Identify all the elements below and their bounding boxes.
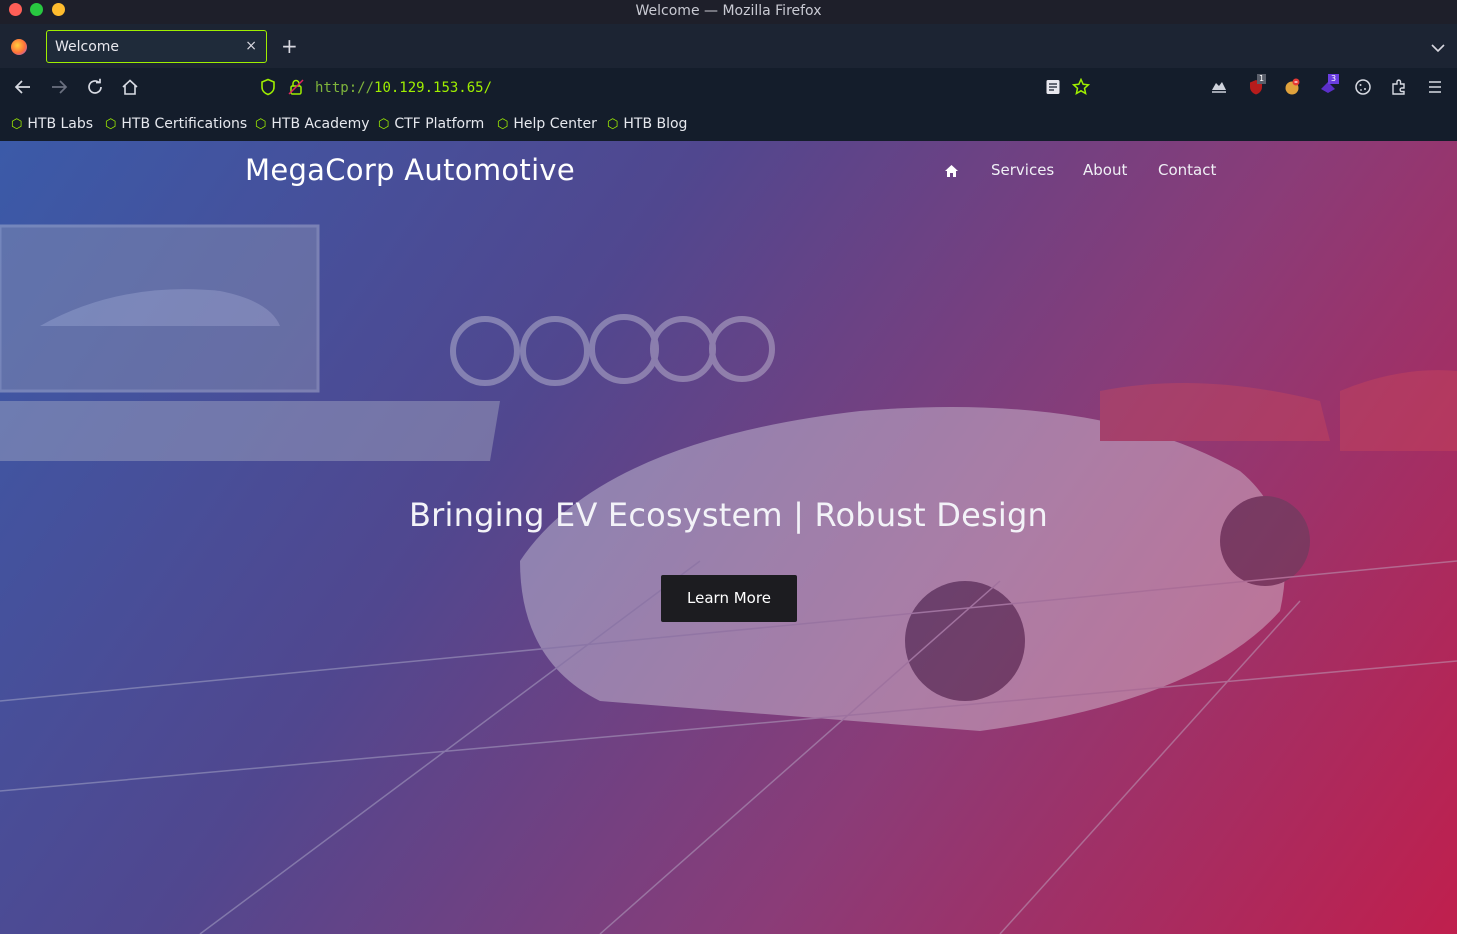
close-tab-icon[interactable]: × [245, 38, 257, 54]
bookmark-label: HTB Labs [27, 116, 94, 132]
bookmark-label: Help Center [513, 116, 597, 132]
ublock-badge: 1 [1257, 74, 1267, 84]
nav-link-contact[interactable]: Contact [1158, 161, 1216, 179]
tab-bar: Welcome × + [0, 24, 1457, 68]
bookmark-help-center[interactable]: ⬡ Help Center [497, 116, 597, 132]
navigation-toolbar: http://10.129.153.65/ 1 3 [0, 68, 1457, 110]
site-brand-logo[interactable]: MegaCorp Automotive [245, 153, 575, 187]
reader-view-icon[interactable] [1045, 78, 1061, 102]
bookmark-label: HTB Academy [271, 116, 370, 132]
foxyproxy-extension-icon[interactable] [1210, 78, 1228, 102]
window-titlebar: Welcome — Mozilla Firefox [0, 0, 1457, 24]
forward-icon[interactable] [50, 78, 68, 102]
bookmark-cube-icon: ⬡ [105, 117, 117, 132]
tracking-protection-shield-icon[interactable] [260, 78, 276, 102]
hacktools-badge: 3 [1328, 74, 1340, 84]
hero-heading: Bringing EV Ecosystem | Robust Design [409, 496, 1048, 534]
bookmarks-toolbar: ⬡ HTB Labs ⬡ HTB Certifications ⬡ HTB Acade… [0, 110, 1457, 141]
site-home-icon[interactable] [944, 163, 959, 182]
new-tab-button[interactable]: + [281, 34, 298, 58]
bookmark-cube-icon: ⬡ [607, 117, 619, 132]
insecure-lock-icon[interactable] [288, 78, 304, 102]
hacktools-extension-icon[interactable]: 3 [1319, 74, 1340, 102]
bookmark-cube-icon: ⬡ [378, 117, 390, 132]
cookie-editor-extension-icon[interactable] [1283, 78, 1301, 102]
learn-more-button[interactable]: Learn More [661, 575, 797, 622]
url-host: 10.129.153.65/ [374, 80, 493, 96]
showroom-background-image [0, 224, 1457, 934]
hero-section: MegaCorp Automotive Services About Conta… [0, 141, 1457, 934]
bookmark-htb-labs[interactable]: ⬡ HTB Labs [11, 116, 93, 132]
bookmark-htb-academy[interactable]: ⬡ HTB Academy [255, 116, 370, 132]
back-icon[interactable] [14, 78, 32, 102]
bookmark-htb-certifications[interactable]: ⬡ HTB Certifications [105, 116, 247, 132]
bookmark-cube-icon: ⬡ [497, 117, 509, 132]
url-protocol: http:// [315, 80, 375, 96]
bookmark-cube-icon: ⬡ [11, 117, 23, 132]
nav-link-services[interactable]: Services [991, 161, 1054, 179]
app-menu-hamburger-icon[interactable] [1427, 78, 1443, 102]
bookmark-label: CTF Platform [394, 116, 485, 132]
home-icon[interactable] [121, 78, 139, 102]
list-all-tabs-icon[interactable] [1431, 38, 1445, 57]
bookmark-label: HTB Certifications [121, 116, 248, 132]
firefox-logo-icon[interactable] [11, 39, 27, 55]
tab-label: Welcome [55, 39, 120, 55]
bookmark-label: HTB Blog [623, 116, 688, 132]
nav-link-about[interactable]: About [1083, 161, 1127, 179]
window-title: Welcome — Mozilla Firefox [635, 3, 822, 19]
tab-welcome[interactable]: Welcome × [46, 30, 267, 63]
extensions-puzzle-icon[interactable] [1390, 78, 1408, 102]
bookmark-ctf-platform[interactable]: ⬡ CTF Platform [378, 116, 484, 132]
url-field[interactable]: http://10.129.153.65/ [315, 80, 492, 96]
bookmark-htb-blog[interactable]: ⬡ HTB Blog [607, 116, 687, 132]
bookmark-cube-icon: ⬡ [255, 117, 267, 132]
ublock-extension-icon[interactable]: 1 [1247, 74, 1267, 102]
bookmark-star-icon[interactable] [1071, 77, 1091, 102]
reload-icon[interactable] [86, 78, 104, 102]
cookie-icon[interactable] [1354, 78, 1372, 102]
